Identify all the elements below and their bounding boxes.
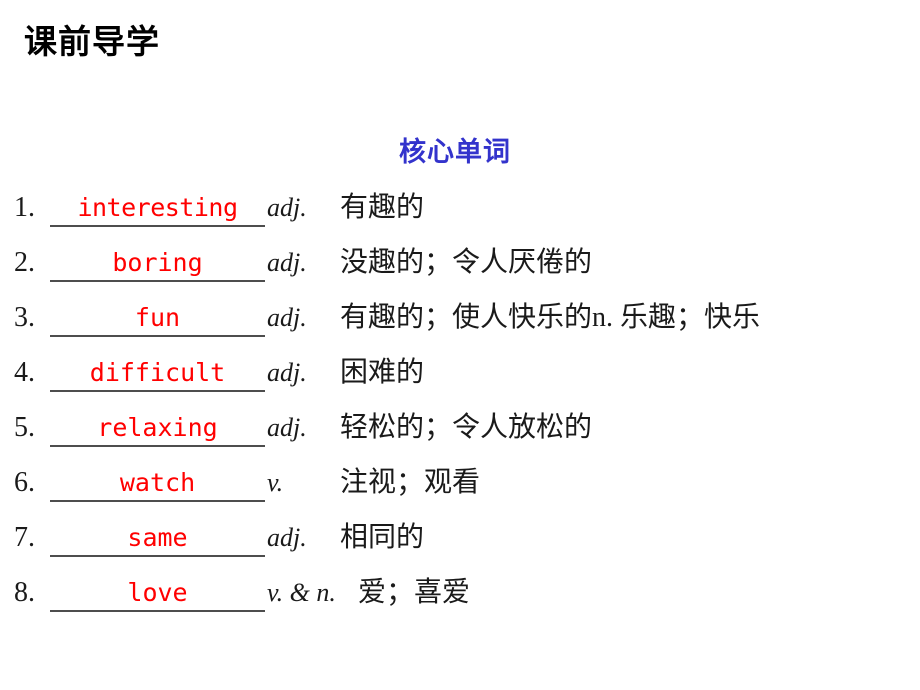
part-of-speech: adj. <box>267 193 307 222</box>
vocab-row-number: 5. <box>14 412 35 443</box>
chinese-meaning: 没趣的；令人厌倦的 <box>340 247 593 278</box>
chinese-meaning: 相同的 <box>340 522 425 553</box>
section-heading: 核心单词 <box>0 136 920 170</box>
part-of-speech: adj. <box>267 303 307 332</box>
vocab-row-number: 7. <box>14 522 35 553</box>
vocab-row-number: 1. <box>14 192 35 223</box>
answer-blank[interactable]: relaxing <box>50 411 265 447</box>
answer-blank[interactable]: fun <box>50 301 265 337</box>
answer-word: same <box>127 523 188 552</box>
answer-word: difficult <box>89 358 226 387</box>
answer-blank[interactable]: difficult <box>50 356 265 392</box>
slide-canvas: 课前导学 核心单词 1. interesting adj. 有趣的 2. boring ad… <box>0 0 920 690</box>
section-heading-label: 核心单词 <box>399 137 511 168</box>
answer-blank[interactable]: boring <box>50 246 265 282</box>
chinese-meaning: 爱；喜爱 <box>358 577 471 608</box>
page-title: 课前导学 <box>24 22 160 61</box>
answer-word: love <box>127 578 188 607</box>
vocab-row: 5. relaxing adj. 轻松的；令人放松的 <box>0 405 920 460</box>
answer-blank[interactable]: same <box>50 521 265 557</box>
vocab-row: 1. interesting adj. 有趣的 <box>0 185 920 240</box>
chinese-meaning: 轻松的；令人放松的 <box>340 412 593 443</box>
part-of-speech: adj. <box>267 523 307 552</box>
vocab-row: 2. boring adj. 没趣的；令人厌倦的 <box>0 240 920 295</box>
answer-blank[interactable]: watch <box>50 466 265 502</box>
answer-word: fun <box>134 303 181 332</box>
part-of-speech: adj. <box>267 248 307 277</box>
part-of-speech: adj. <box>267 358 307 387</box>
part-of-speech: adj. <box>267 413 307 442</box>
vocab-row: 8. love v. & n. 爱；喜爱 <box>0 570 920 625</box>
part-of-speech: v. & n. <box>267 578 336 607</box>
answer-word: boring <box>112 248 203 277</box>
chinese-meaning: 困难的 <box>340 357 425 388</box>
vocab-row-number: 8. <box>14 577 35 608</box>
answer-word: watch <box>119 468 196 497</box>
vocab-row-number: 3. <box>14 302 35 333</box>
vocab-row: 4. difficult adj. 困难的 <box>0 350 920 405</box>
part-of-speech: v. <box>267 468 284 497</box>
chinese-meaning: 有趣的 <box>340 192 425 223</box>
vocab-row-number: 2. <box>14 247 35 278</box>
answer-blank[interactable]: interesting <box>50 191 265 227</box>
vocab-row-number: 4. <box>14 357 35 388</box>
vocab-row-number: 6. <box>14 467 35 498</box>
answer-word: interesting <box>77 193 238 222</box>
vocab-row: 7. same adj. 相同的 <box>0 515 920 570</box>
answer-blank[interactable]: love <box>50 576 265 612</box>
chinese-meaning: 有趣的；使人快乐的n. 乐趣；快乐 <box>340 302 761 333</box>
vocab-row: 3. fun adj. 有趣的；使人快乐的n. 乐趣；快乐 <box>0 295 920 350</box>
vocab-row: 6. watch v. 注视；观看 <box>0 460 920 515</box>
chinese-meaning: 注视；观看 <box>340 467 481 498</box>
vocabulary-list: 1. interesting adj. 有趣的 2. boring adj. 没趣的；令人厌倦… <box>0 185 920 625</box>
answer-word: relaxing <box>97 413 218 442</box>
